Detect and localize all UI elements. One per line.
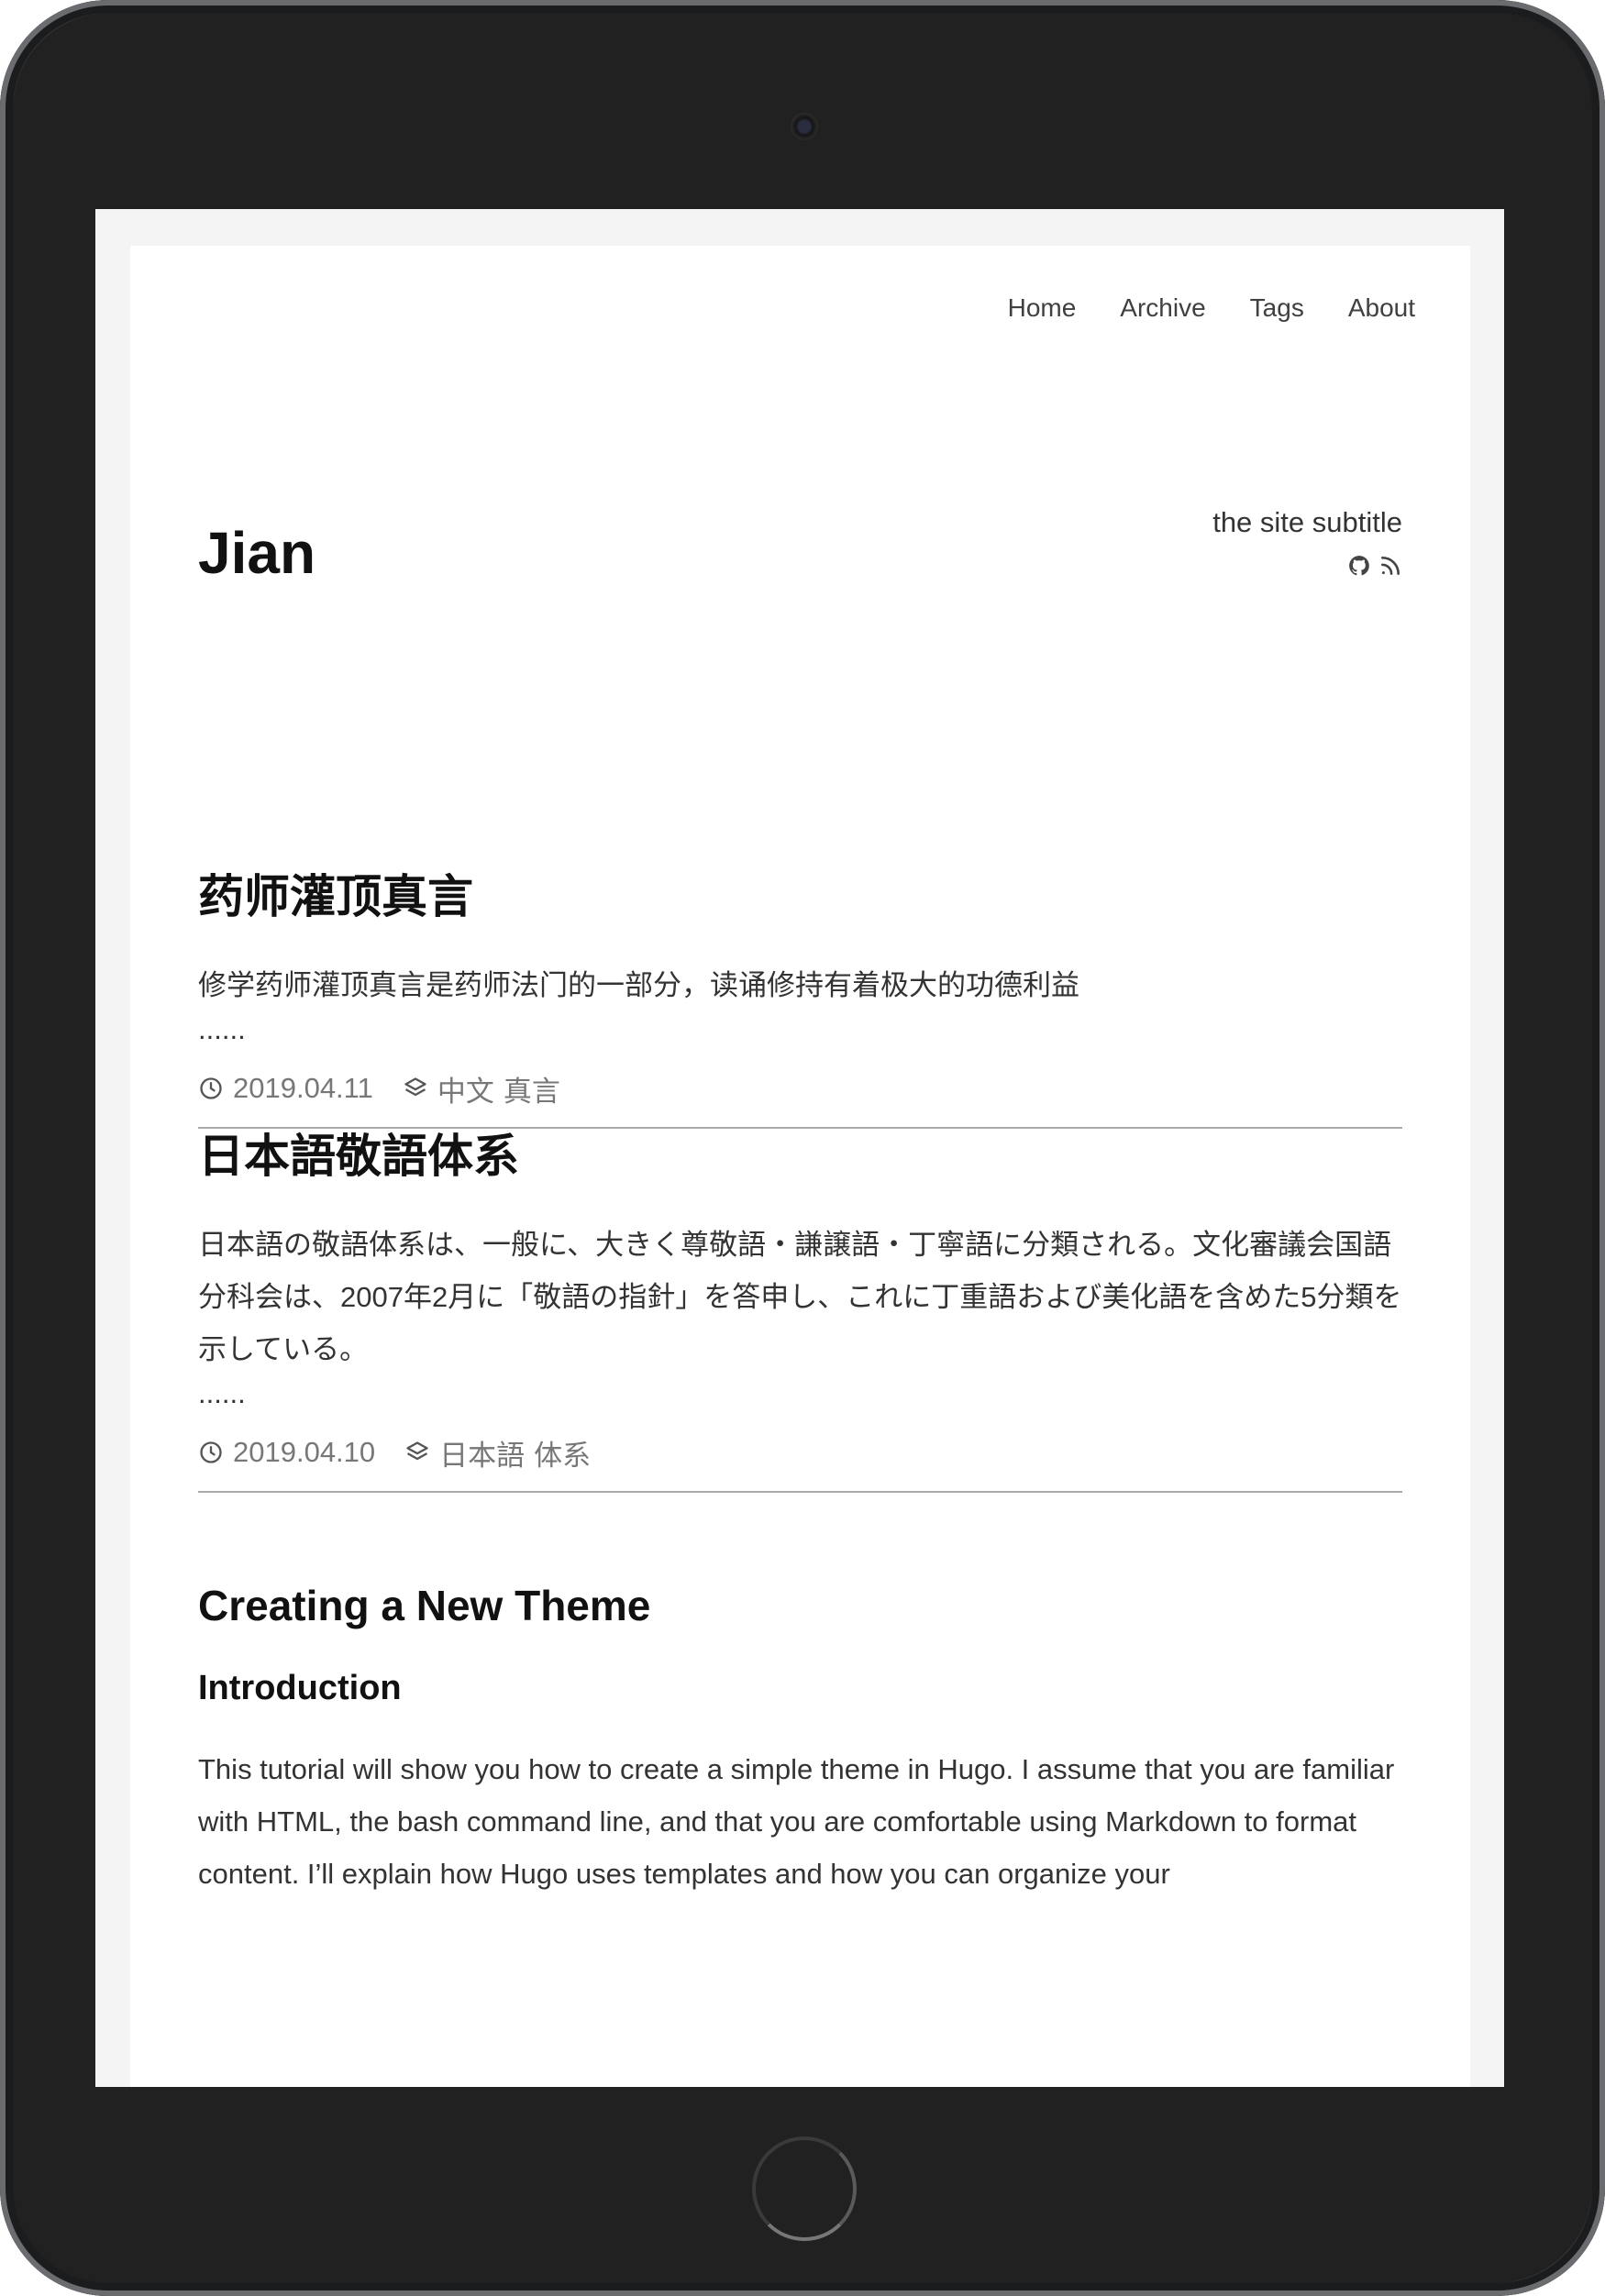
nav-about[interactable]: About <box>1348 293 1415 323</box>
page: Home Archive Tags About Jian the site su… <box>130 246 1470 2087</box>
date-text: 2019.04.10 <box>233 1436 376 1468</box>
social-links <box>1212 554 1402 578</box>
article-body: This tutorial will show you how to creat… <box>198 1753 1395 1890</box>
post-date: 2019.04.11 <box>198 1072 373 1105</box>
layers-icon <box>404 1077 426 1097</box>
site-subtitle: the site subtitle <box>1212 506 1402 538</box>
tag-link[interactable]: 体系 <box>534 1432 591 1474</box>
site-meta: the site subtitle <box>1212 506 1402 578</box>
github-icon[interactable] <box>1347 554 1371 578</box>
top-nav: Home Archive Tags About <box>1008 293 1415 323</box>
nav-home[interactable]: Home <box>1008 293 1077 323</box>
post-tags: 日本語 体系 <box>404 1432 591 1474</box>
screen: Home Archive Tags About Jian the site su… <box>95 209 1504 2087</box>
tablet-frame: Home Archive Tags About Jian the site su… <box>0 0 1605 2296</box>
article-section-heading: Introduction <box>198 1669 402 1707</box>
read-more-link[interactable]: ...... <box>198 1375 1402 1412</box>
tag-link[interactable]: 日本語 <box>439 1432 525 1474</box>
post-summary: 日本語の敬語体系は、一般に、大きく尊敬語・謙譲語・丁寧語に分類される。文化審議会… <box>198 1229 1402 1365</box>
post-title[interactable]: 日本語敬語体系 <box>198 1129 1402 1184</box>
home-button[interactable] <box>752 2136 857 2241</box>
tag-link[interactable]: 中文 <box>437 1068 494 1109</box>
post-meta: 2019.04.10 日本語 体系 <box>198 1432 1402 1473</box>
site-title[interactable]: Jian <box>198 519 315 587</box>
clock-icon <box>200 1077 222 1099</box>
article-title[interactable]: Creating a New Theme <box>198 1581 1402 1630</box>
tag-link[interactable]: 真言 <box>504 1068 560 1109</box>
post-date: 2019.04.10 <box>198 1436 375 1469</box>
date-text: 2019.04.11 <box>233 1072 373 1104</box>
post-meta: 2019.04.11 中文 真言 <box>198 1068 1402 1109</box>
post-item: 药师灌顶真言 修学药师灌顶真言是药师法门的一部分，读诵修持有着极大的功德利益 .… <box>198 869 1402 1129</box>
rss-icon[interactable] <box>1378 554 1402 578</box>
post-tags: 中文 真言 <box>403 1068 560 1109</box>
post-item: 日本語敬語体系 日本語の敬語体系は、一般に、大きく尊敬語・謙譲語・丁寧語に分類さ… <box>198 1129 1402 1493</box>
camera-icon <box>791 113 818 140</box>
post-title[interactable]: 药师灌顶真言 <box>198 869 1402 924</box>
clock-icon <box>200 1441 222 1463</box>
post-list: 药师灌顶真言 修学药师灌顶真言是药师法门的一部分，读诵修持有着极大的功德利益 .… <box>198 869 1402 1900</box>
nav-archive[interactable]: Archive <box>1120 293 1205 323</box>
layers-icon <box>406 1441 428 1461</box>
article-preview: Creating a New Theme Introduction This t… <box>198 1581 1402 1900</box>
post-summary: 修学药师灌顶真言是药师法门的一部分，读诵修持有着极大的功德利益 <box>198 969 1079 1001</box>
nav-tags[interactable]: Tags <box>1250 293 1304 323</box>
read-more-link[interactable]: ...... <box>198 1011 1402 1048</box>
